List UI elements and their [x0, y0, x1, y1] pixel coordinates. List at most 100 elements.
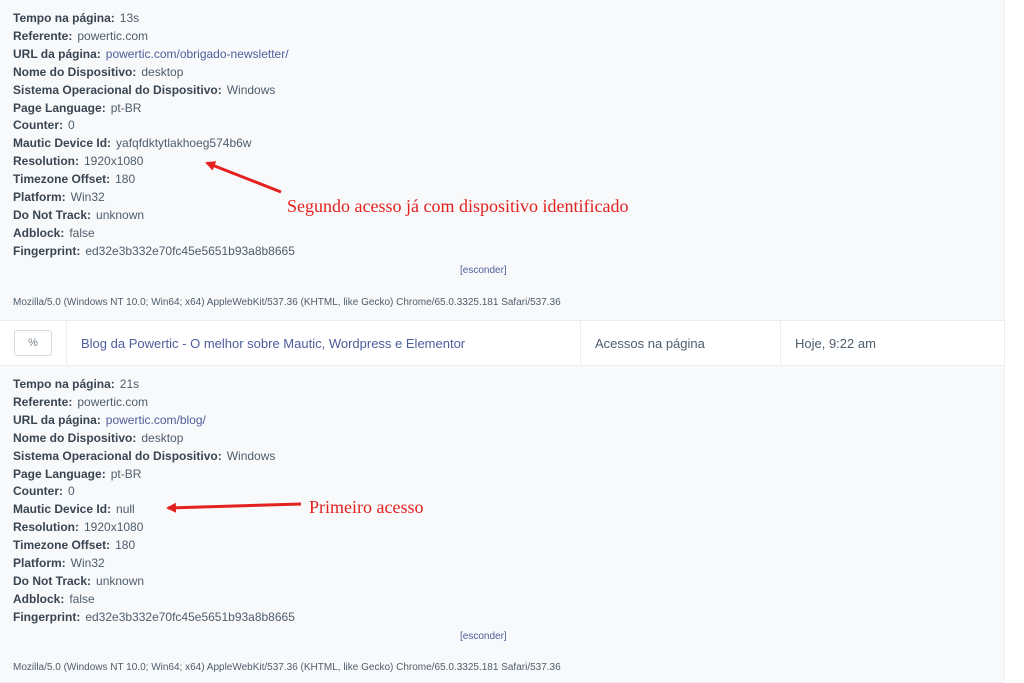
field-label: Sistema Operacional do Dispositivo: — [13, 448, 222, 463]
field-value: 1920x1080 — [84, 154, 144, 169]
detail-field: Platform: Win32 — [13, 189, 295, 207]
field-label: Nome do Dispositivo: — [13, 430, 137, 445]
detail-field: Referente: powertic.com — [13, 394, 295, 412]
hide-details-link[interactable]: [esconder] — [460, 265, 507, 276]
detail-field: Tempo na página: 21s — [13, 376, 295, 394]
detail-field: Tempo na página: 13s — [13, 10, 295, 28]
detail-field: Adblock: false — [13, 591, 295, 609]
field-label: Page Language: — [13, 100, 106, 115]
field-label: Sistema Operacional do Dispositivo: — [13, 82, 222, 97]
user-agent-text: Mozilla/5.0 (Windows NT 10.0; Win64; x64… — [13, 662, 561, 673]
event-link-cell: % — [0, 321, 66, 365]
detail-field: Sistema Operacional do Dispositivo: Windo… — [13, 448, 295, 466]
field-value: 0 — [68, 484, 75, 499]
field-value: false — [69, 591, 95, 606]
field-label: Adblock: — [13, 591, 65, 606]
detail-field: URL da página: powertic.com/blog/ — [13, 412, 295, 430]
field-label: Counter: — [13, 484, 63, 499]
event-title[interactable]: Blog da Powertic - O melhor sobre Mautic… — [66, 321, 580, 365]
field-value: 13s — [119, 11, 140, 25]
field-label: Platform: — [13, 190, 66, 205]
field-value: ed32e3b332e70fc45e5651b93a8b8665 — [85, 609, 295, 624]
field-label: Timezone Offset: — [13, 172, 111, 187]
field-label: Counter: — [13, 118, 63, 133]
field-label: Platform: — [13, 556, 66, 571]
field-label: Fingerprint: — [13, 609, 81, 624]
field-label: Timezone Offset: — [13, 538, 111, 553]
scrollbar[interactable] — [1005, 0, 1024, 681]
field-label: Tempo na página: — [13, 377, 115, 391]
field-label: URL da página: — [13, 46, 101, 61]
detail-field: Do Not Track: unknown — [13, 573, 295, 591]
field-value: 21s — [119, 377, 140, 391]
field-value: unknown — [96, 207, 145, 222]
link-icon[interactable]: % — [14, 330, 52, 356]
field-label: Do Not Track: — [13, 207, 92, 222]
field-value: pt-BR — [110, 466, 142, 481]
detail-field: Timezone Offset: 180 — [13, 171, 295, 189]
detail-field: Nome do Dispositivo: desktop — [13, 64, 295, 82]
visit-details-fields: Tempo na página: 21s Referente: powertic.co… — [13, 376, 295, 627]
detail-field: Mautic Device Id: yafqfdktytlakhoeg574b6w — [13, 135, 295, 153]
field-value: pt-BR — [110, 100, 142, 115]
field-value: unknown — [96, 573, 145, 588]
field-label: Tempo na página: — [13, 11, 115, 25]
field-label: Page Language: — [13, 466, 106, 481]
detail-field: Resolution: 1920x1080 — [13, 519, 295, 537]
field-value-link[interactable]: powertic.com/blog/ — [106, 413, 206, 427]
field-label: Mautic Device Id: — [13, 136, 112, 151]
field-label: Resolution: — [13, 154, 79, 169]
detail-field: Do Not Track: unknown — [13, 207, 295, 225]
visit-details-panel: Tempo na página: 13s Referente: powertic.co… — [0, 0, 1004, 321]
detail-field: Counter: 0 — [13, 483, 295, 501]
visit-details-panel: Tempo na página: 21s Referente: powertic.co… — [0, 366, 1004, 683]
detail-field: Resolution: 1920x1080 — [13, 153, 295, 171]
annotation-first-visit: Primeiro acesso — [309, 497, 424, 517]
field-value: desktop — [141, 430, 184, 445]
field-value: powertic.com — [77, 394, 149, 409]
field-value: 1920x1080 — [84, 520, 144, 535]
detail-field: Fingerprint: ed32e3b332e70fc45e5651b93a8b… — [13, 609, 295, 627]
field-value: null — [116, 502, 135, 517]
field-label: Do Not Track: — [13, 573, 92, 588]
detail-field: Page Language: pt-BR — [13, 466, 295, 484]
field-value: ed32e3b332e70fc45e5651b93a8b8665 — [85, 243, 295, 258]
timeline-event-row[interactable]: % Blog da Powertic - O melhor sobre Maut… — [0, 321, 1004, 366]
detail-field: Counter: 0 — [13, 117, 295, 135]
field-label: Adblock: — [13, 225, 65, 240]
field-label: Referente: — [13, 28, 73, 43]
field-value: Win32 — [70, 190, 105, 205]
visit-details-fields: Tempo na página: 13s Referente: powertic.co… — [13, 10, 295, 261]
detail-field: Sistema Operacional do Dispositivo: Windo… — [13, 82, 295, 100]
detail-field: Fingerprint: ed32e3b332e70fc45e5651b93a8b… — [13, 243, 295, 261]
event-date: Hoje, 9:22 am — [780, 321, 1004, 365]
field-label: Mautic Device Id: — [13, 502, 112, 517]
field-label: Fingerprint: — [13, 243, 81, 258]
detail-field: Referente: powertic.com — [13, 28, 295, 46]
field-value: false — [69, 225, 95, 240]
event-type: Acessos na página — [580, 321, 780, 365]
field-value: 0 — [68, 118, 75, 133]
field-value: desktop — [141, 64, 184, 79]
detail-field: Nome do Dispositivo: desktop — [13, 430, 295, 448]
detail-field: Platform: Win32 — [13, 555, 295, 573]
field-value: yafqfdktytlakhoeg574b6w — [116, 136, 252, 151]
detail-field: Mautic Device Id: null — [13, 501, 295, 519]
field-label: Nome do Dispositivo: — [13, 64, 137, 79]
field-label: Referente: — [13, 394, 73, 409]
field-value: 180 — [115, 538, 136, 553]
field-value: Windows — [226, 448, 276, 463]
detail-field: Adblock: false — [13, 225, 295, 243]
detail-field: Page Language: pt-BR — [13, 100, 295, 118]
field-value: Windows — [226, 82, 276, 97]
annotation-second-visit: Segundo acesso já com dispositivo identi… — [287, 196, 629, 216]
hide-details-link[interactable]: [esconder] — [460, 631, 507, 642]
field-label: URL da página: — [13, 412, 101, 427]
user-agent-text: Mozilla/5.0 (Windows NT 10.0; Win64; x64… — [13, 297, 561, 308]
timeline-content: Tempo na página: 13s Referente: powertic.co… — [0, 0, 1005, 683]
detail-field: URL da página: powertic.com/obrigado-news… — [13, 46, 295, 64]
detail-field: Timezone Offset: 180 — [13, 537, 295, 555]
field-value-link[interactable]: powertic.com/obrigado-newsletter/ — [106, 47, 289, 61]
field-value: Win32 — [70, 556, 105, 571]
field-value: 180 — [115, 172, 136, 187]
